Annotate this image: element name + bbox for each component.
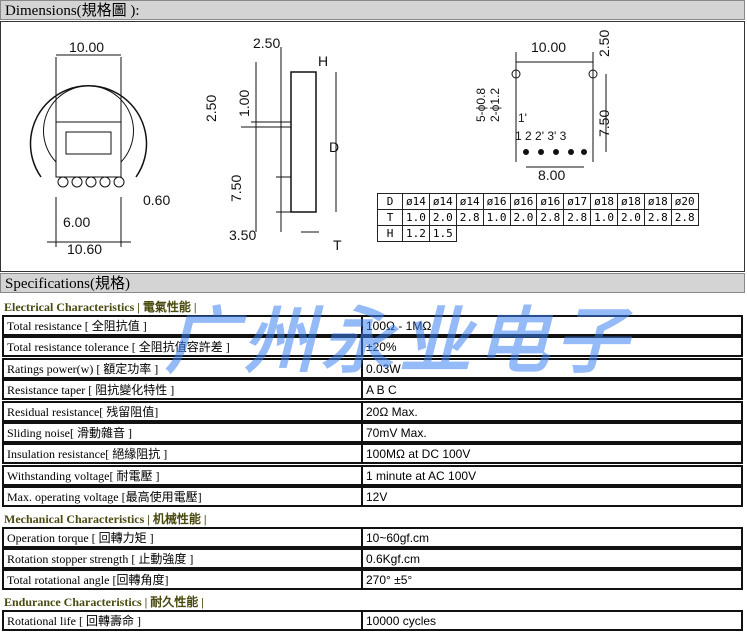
size-table-cell: 2.0 [428, 209, 457, 226]
spec-row: Total rotational angle [回轉角度] 270° ±5° [2, 569, 743, 591]
specifications-header: Specifications(規格) [0, 273, 745, 293]
spec-value: 100Ω - 1MΩ [366, 319, 432, 333]
spec-row: Insulation resistance[ 絕緣阻抗 ] 100MΩ at DC… [2, 443, 743, 465]
dimensions-header: Dimensions(規格圖 ): [0, 0, 745, 20]
side-view-drawing [241, 47, 337, 233]
dim-label: 1 2 2' 3' 3 [515, 129, 567, 143]
spec-value: 0.03W [366, 361, 401, 376]
spec-value: A B C [366, 383, 397, 398]
spec-value: 20Ω Max. [366, 404, 418, 419]
size-table-cell: ø20 [670, 193, 699, 210]
spec-label: Rotation stopper strength [ 止動強度 ] [4, 550, 363, 567]
spec-row: Resistance taper [ 阻抗變化特性 ] A B C [2, 379, 743, 401]
size-table-row: T 1.0 2.0 2.8 1.0 2.0 2.8 2.8 1.0 2.0 2.8 2.8 [377, 209, 699, 226]
spec-row: Rotational life [ 回轉壽命 ] 10000 cycles [2, 609, 743, 631]
spec-value: 1 minute at AC 100V [366, 468, 477, 483]
spec-row: Operation torque [ 回轉力矩 ] 10~60gf.cm [2, 526, 743, 548]
spec-value: 10~60gf.cm [366, 530, 430, 545]
dim-label: D [329, 139, 339, 155]
spec-value: 70mV Max. [366, 426, 427, 440]
dim-label: 2.50 [253, 35, 280, 51]
size-table-cell: ø16 [509, 193, 538, 210]
size-table-cell: D [377, 193, 403, 210]
size-table-cell: ø14 [428, 193, 457, 210]
spec-label: Operation torque [ 回轉力矩 ] [4, 528, 363, 546]
size-table-cell: 1.2 [402, 225, 430, 242]
dim-label: 6.00 [63, 214, 90, 230]
spec-row: Withstanding voltage[ 耐電壓 ] 1 minute at A… [2, 464, 743, 486]
dim-label: 3.50 [229, 227, 256, 243]
spec-row: Ratings power(w) [ 額定功率 ] 0.03W [2, 357, 743, 379]
size-table-cell: ø14 [402, 193, 430, 210]
dimension-drawing: 10.00 6.00 0.60 10.60 2.50 2.50 1.00 7.5… [0, 21, 745, 272]
spec-row: Total resistance [ 全阻抗值 ] 100Ω - 1MΩ [2, 315, 743, 336]
dim-label: 10.60 [67, 241, 102, 257]
spec-label: Total rotational angle [回轉角度] [4, 571, 363, 589]
size-table-cell: ø18 [617, 193, 645, 210]
spec-value: 100MΩ at DC 100V [366, 447, 471, 462]
spec-label: Resistance taper [ 阻抗變化特性 ] [4, 381, 363, 399]
size-table-cell: 2.8 [563, 209, 592, 226]
dim-label: 8.00 [538, 167, 565, 183]
dim-label: T [333, 237, 342, 253]
spec-row: Sliding noise[ 滑動雜音 ] 70mV Max. [2, 422, 743, 443]
size-table-cell: ø18 [643, 193, 672, 210]
dim-label: 0.60 [143, 192, 170, 208]
dim-label: 2.50 [203, 95, 219, 122]
pcb-layout-drawing [511, 52, 607, 168]
size-table-cell: 1.0 [482, 209, 511, 226]
size-table-cell: H [377, 225, 403, 242]
size-table-cell: 1.0 [402, 209, 430, 226]
dim-label: 7.50 [596, 110, 612, 137]
spec-row: Residual resistance[ 残留阻值] 20Ω Max. [2, 400, 743, 422]
spec-value: 12V [366, 490, 388, 505]
spec-label: Total resistance [ 全阻抗值 ] [4, 317, 363, 334]
section-title: Mechanical Characteristics | 机械性能 | [4, 511, 207, 526]
size-table-cell: 2.8 [643, 209, 672, 226]
size-table-row: Dø14 ø14 ø14 ø16 ø16 ø16 ø17 ø18 ø18 ø18 ø20 [377, 193, 699, 210]
dim-label: 7.50 [228, 175, 244, 202]
spec-label: Rotational life [ 回轉壽命 ] [4, 611, 363, 629]
size-table-cell: ø16 [482, 193, 511, 210]
dim-label: 2-ϕ1.2 [488, 88, 502, 122]
size-table-cell: 1.5 [428, 225, 457, 242]
size-table-cell: 2.8 [670, 209, 699, 226]
spec-row: Rotation stopper strength [ 止動強度 ] 0.6Kgf… [2, 548, 743, 569]
dim-label: 2.50 [596, 30, 612, 57]
size-table-cell: T [377, 209, 403, 226]
dim-label: H [318, 53, 328, 69]
spec-label: Withstanding voltage[ 耐電壓 ] [4, 466, 363, 484]
size-table: Dø14 ø14 ø14 ø16 ø16 ø16 ø17 ø18 ø18 ø18 ø20 T 1.0 2.… [377, 193, 699, 242]
spec-value: 270° ±5° [366, 573, 413, 588]
spec-label: Ratings power(w) [ 額定功率 ] [4, 359, 363, 377]
spec-label: Sliding noise[ 滑動雜音 ] [4, 424, 363, 441]
section-title: Endurance Characteristics | 耐久性能 | [4, 594, 204, 609]
dim-label: 1.00 [236, 90, 252, 117]
spec-value: 10000 cycles [366, 613, 437, 628]
dim-label: 1' [518, 111, 527, 125]
spec-label: Total resistance tolerance [ 全阻抗值容許差 ] [4, 338, 363, 356]
size-table-cell: 2.0 [617, 209, 645, 226]
size-table-cell: 2.0 [509, 209, 538, 226]
spec-label: Residual resistance[ 残留阻值] [4, 402, 363, 420]
spec-row: Total resistance tolerance [ 全阻抗值容許差 ] ±2… [2, 336, 743, 358]
size-table-cell: 1.0 [590, 209, 618, 226]
size-table-cell: ø14 [455, 193, 484, 210]
size-table-cell: ø16 [536, 193, 565, 210]
spec-label: Max. operating voltage [最高使用電壓] [4, 488, 363, 506]
size-table-cell: ø18 [590, 193, 618, 210]
spec-row: Max. operating voltage [最高使用電壓] 12V [2, 486, 743, 508]
spec-value: 0.6Kgf.cm [366, 552, 421, 566]
size-table-cell: ø17 [563, 193, 592, 210]
section-title: Electrical Characteristics | 電氣性能 | [4, 300, 197, 314]
dim-label: 10.00 [531, 39, 566, 55]
dim-label: 10.00 [69, 39, 104, 55]
dim-label: 5-ϕ0.8 [474, 88, 488, 122]
size-table-row: H 1.2 1.5 [377, 225, 699, 242]
size-table-cell: 2.8 [536, 209, 565, 226]
size-table-cell: 2.8 [455, 209, 484, 226]
spec-value: ±20% [366, 340, 397, 355]
spec-label: Insulation resistance[ 絕緣阻抗 ] [4, 445, 363, 463]
